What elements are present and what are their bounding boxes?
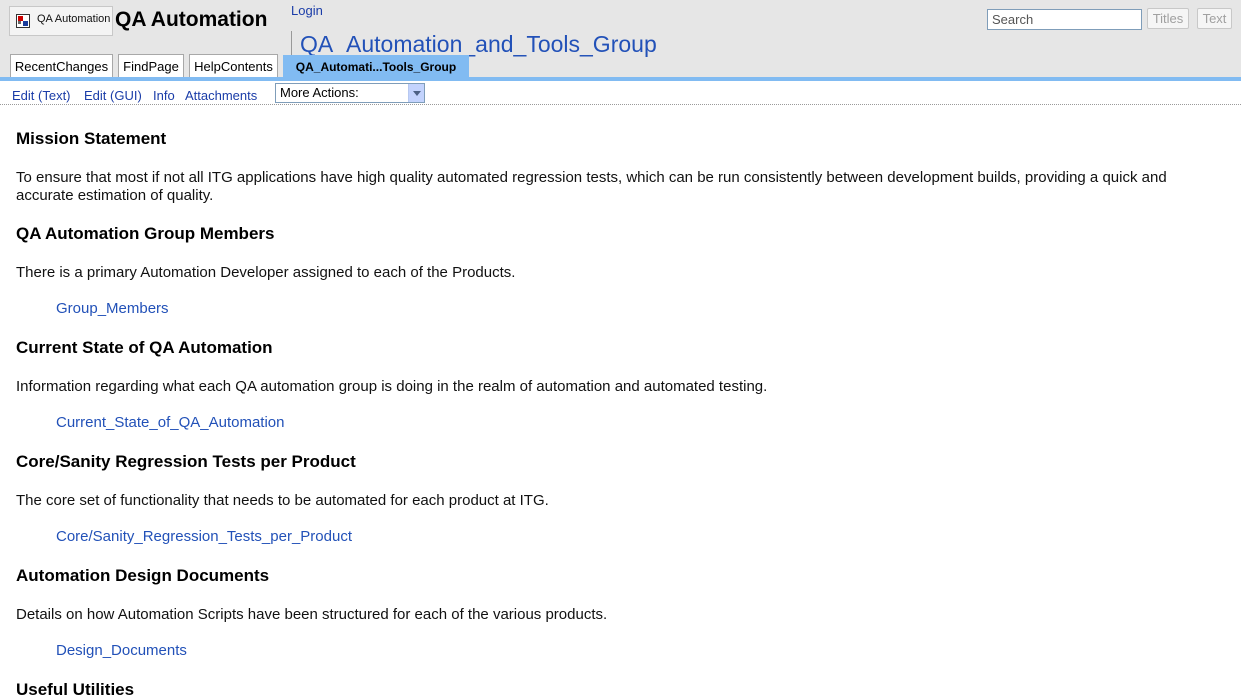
section-heading-members: QA Automation Group Members <box>16 224 275 243</box>
edit-bar: Edit (Text) Edit (GUI) Info Attachments … <box>0 81 1241 105</box>
current-state-link[interactable]: Current_State_of_QA_Automation <box>56 414 284 431</box>
group-members-link[interactable]: Group_Members <box>56 300 169 317</box>
login-link[interactable]: Login <box>291 3 323 18</box>
page-title[interactable]: QA_Automation_and_Tools_Group <box>300 31 657 58</box>
logo[interactable]: QA Automation <box>9 6 113 36</box>
core-sanity-link[interactable]: Core/Sanity_Regression_Tests_per_Product <box>56 528 352 545</box>
header: QA Automation QA Automation Login QA_Aut… <box>0 0 1241 78</box>
tab-help-contents[interactable]: HelpContents <box>189 54 278 78</box>
text-search-button[interactable]: Text <box>1197 8 1232 29</box>
chevron-down-icon[interactable] <box>408 84 424 102</box>
section-desc-current-state: Information regarding what each QA autom… <box>16 378 768 395</box>
design-documents-link[interactable]: Design_Documents <box>56 642 187 659</box>
section-desc-core-sanity: The core set of functionality that needs… <box>16 492 549 509</box>
more-actions-select[interactable]: More Actions: <box>275 83 425 103</box>
logo-text: QA Automation <box>37 13 111 25</box>
edit-gui-link[interactable]: Edit (GUI) <box>84 88 142 103</box>
section-desc-mission: To ensure that most if not all ITG appli… <box>16 169 1167 204</box>
section-heading-utilities: Useful Utilities <box>16 680 135 699</box>
title-divider <box>291 31 292 57</box>
section-heading-design-docs: Automation Design Documents <box>16 566 270 585</box>
section-desc-members: There is a primary Automation Developer … <box>16 264 516 281</box>
search-input[interactable] <box>987 9 1142 30</box>
site-name[interactable]: QA Automation <box>115 8 267 32</box>
edit-text-link[interactable]: Edit (Text) <box>12 88 71 103</box>
section-heading-mission: Mission Statement <box>16 129 167 148</box>
logo-icon <box>16 14 30 28</box>
section-heading-current-state: Current State of QA Automation <box>16 338 273 357</box>
titles-search-button[interactable]: Titles <box>1147 8 1189 29</box>
section-desc-design-docs: Details on how Automation Scripts have b… <box>16 606 608 623</box>
tab-recent-changes[interactable]: RecentChanges <box>10 54 113 78</box>
tab-current-page[interactable]: QA_Automati...Tools_Group <box>283 55 469 78</box>
info-link[interactable]: Info <box>153 88 175 103</box>
more-actions-label: More Actions: <box>280 85 359 100</box>
section-heading-core-sanity: Core/Sanity Regression Tests per Product <box>16 452 356 471</box>
tab-find-page[interactable]: FindPage <box>118 54 184 78</box>
attachments-link[interactable]: Attachments <box>185 88 257 103</box>
